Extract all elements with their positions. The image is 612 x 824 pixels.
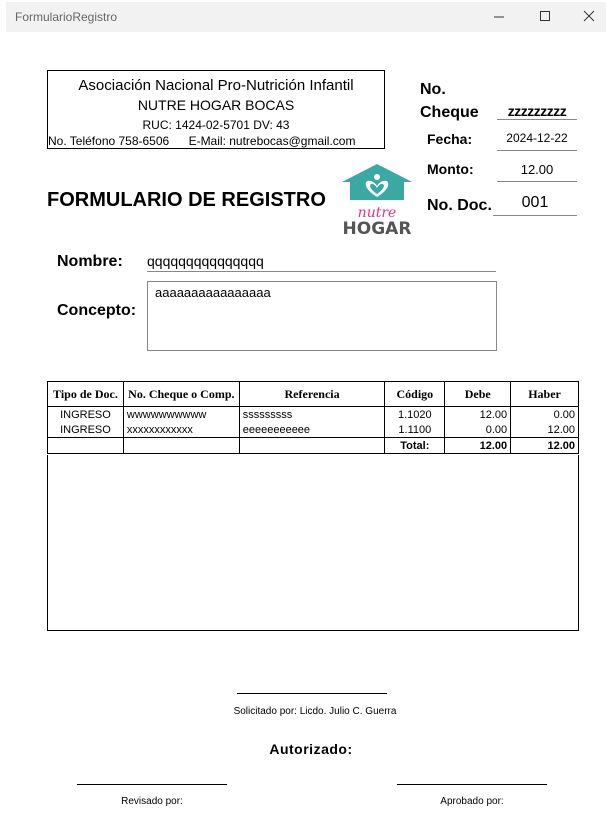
fecha-value: 2024-12-22 [497,131,577,151]
cell-codigo: 1.1100 [384,422,446,438]
logo-word-hogar: HOGAR [343,219,412,236]
nodoc-label: No. Doc. [427,197,492,214]
total-label: Total: [384,437,446,454]
concepto-label: Concepto: [57,302,137,319]
monto-label: Monto: [427,161,474,177]
monto-value: 12.00 [497,162,577,182]
entries-table: Tipo de Doc. No. Cheque o Comp. Referenc… [47,381,579,454]
table-header-row: Tipo de Doc. No. Cheque o Comp. Referenc… [47,381,579,407]
cell-empty [47,437,124,454]
concepto-field[interactable]: aaaaaaaaaaaaaaaa [147,281,497,351]
nombre-label: Nombre: [57,253,123,270]
column-header-codigo: Código [384,381,446,407]
cheque-label-line1: No. [420,81,446,98]
cheque-label-line2: Cheque [420,104,479,121]
maximize-icon [540,11,550,21]
form-title: FORMULARIO DE REGISTRO [47,189,326,211]
aprobado-signature-line [397,784,547,785]
cheque-value: zzzzzzzzz [497,103,577,120]
organization-phone: No. Teléfono 758-6506 [48,134,170,148]
close-icon [583,10,595,22]
cell-cheque: wwwwwwwwww [122,406,240,422]
cell-debe: 12.00 [444,406,512,422]
column-header-haber: Haber [510,381,579,407]
cell-referencia: sssssssss [238,406,386,422]
organization-contact: No. Teléfono 758-6506 E-Mail: nutrebocas… [48,134,355,148]
cell-referencia: eeeeeeeeeee [238,422,386,438]
table-total-row: Total: 12.00 12.00 [47,437,579,454]
revisado-text: Revisado por: [121,796,183,807]
minimize-icon [494,16,504,18]
autorizado-label: Autorizado: [269,741,353,757]
cell-haber: 12.00 [510,422,579,438]
column-header-referencia: Referencia [238,381,386,407]
column-header-cheque: No. Cheque o Comp. [122,381,240,407]
solicitado-signature-line [237,693,387,694]
column-header-debe: Debe [444,381,512,407]
table-row[interactable]: INGRESO xxxxxxxxxxxx eeeeeeeeeee 1.1100 … [47,422,579,438]
organization-email: E-Mail: nutrebocas@gmail.com [188,134,356,148]
organization-branch: NUTRE HOGAR BOCAS [137,97,295,113]
aprobado-text: Aprobado por: [440,796,504,807]
organization-name: Asociación Nacional Pro-Nutrición Infant… [78,77,354,94]
table-row[interactable]: INGRESO wwwwwwwwww sssssssss 1.1020 12.0… [47,406,579,422]
cell-tipo: INGRESO [47,422,124,438]
close-button[interactable] [577,7,601,27]
cell-empty [122,437,240,454]
cell-cheque: xxxxxxxxxxxx [122,422,240,438]
total-haber: 12.00 [510,437,579,454]
column-header-tipo: Tipo de Doc. [47,381,124,407]
cell-debe: 0.00 [444,422,512,438]
nodoc-value: 001 [493,194,577,216]
solicitado-text: Solicitado por: Licdo. Julio C. Guerra [233,706,397,717]
cell-haber: 0.00 [510,406,579,422]
nutre-hogar-logo: nutre HOGAR [340,162,414,239]
window-title: FormularioRegistro [15,10,118,24]
details-area [47,455,579,631]
organization-header-box: Asociación Nacional Pro-Nutrición Infant… [47,70,385,149]
cell-empty [238,437,386,454]
nombre-field[interactable]: qqqqqqqqqqqqqqq [147,253,496,272]
cell-tipo: INGRESO [47,406,124,422]
cell-codigo: 1.1020 [384,406,446,422]
window-titlebar: FormularioRegistro [6,2,606,32]
organization-ruc: RUC: 1424-02-5701 DV: 43 [142,118,290,132]
fecha-label: Fecha: [427,131,473,147]
revisado-signature-line [77,784,227,785]
house-heart-icon: nutre HOGAR [342,164,412,239]
minimize-button[interactable] [487,7,511,27]
maximize-button[interactable] [533,7,557,27]
total-debe: 12.00 [444,437,512,454]
